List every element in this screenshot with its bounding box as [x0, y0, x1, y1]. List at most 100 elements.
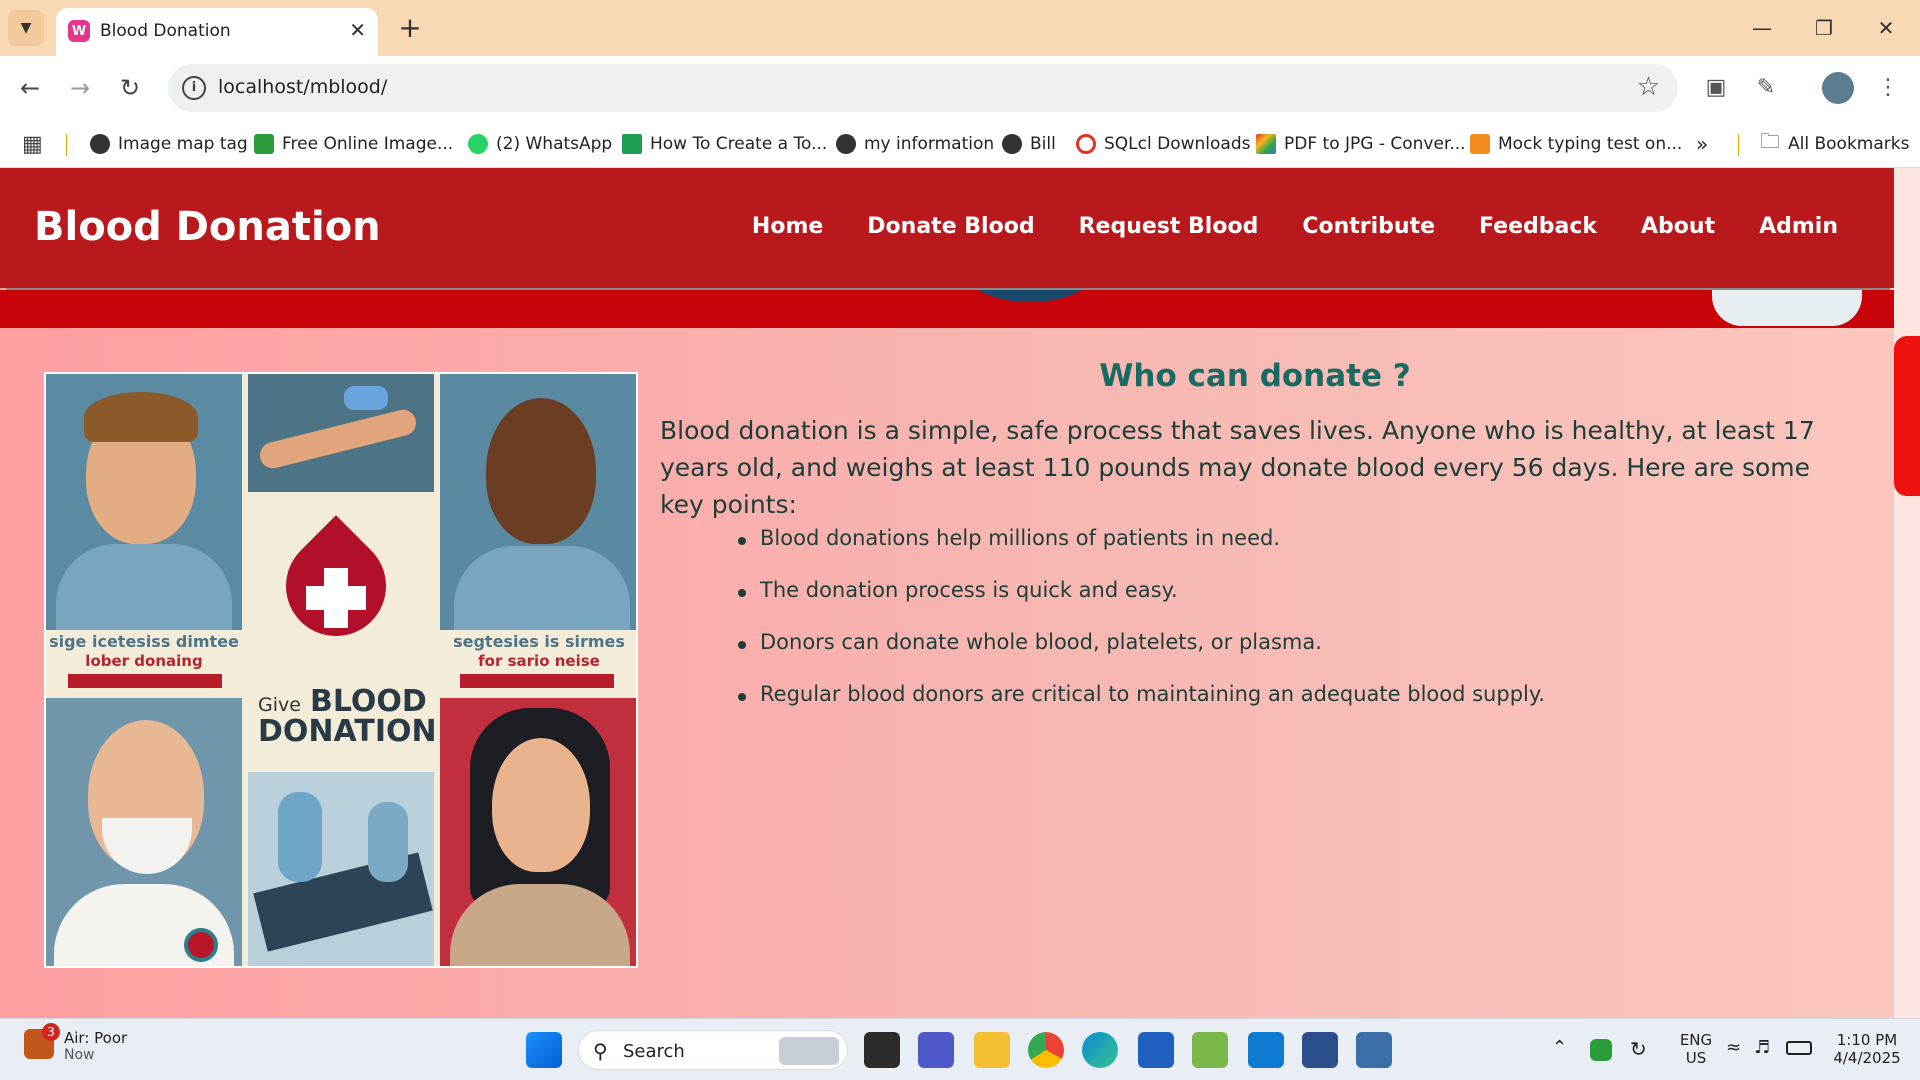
extensions-puzzle-icon[interactable]: ✎: [1750, 72, 1782, 104]
bookmarks-bar: ▦ Image map tag Free Online Image... (2)…: [0, 120, 1920, 168]
vscode-icon[interactable]: [1248, 1032, 1284, 1068]
poster-donor-portrait: [440, 698, 636, 966]
virtualbox-icon[interactable]: [1356, 1032, 1392, 1068]
clock[interactable]: 1:10 PM 4/4/2025: [1832, 1031, 1902, 1067]
poster-donor-portrait: [46, 374, 242, 630]
minimize-button[interactable]: —: [1742, 10, 1782, 46]
bookmark-item[interactable]: my information: [836, 132, 994, 156]
address-bar[interactable]: i localhost/mblood/ ☆: [168, 64, 1678, 112]
poster-caption: for sario neise: [478, 652, 600, 670]
browser-toolbar: ← → ↻ i localhost/mblood/ ☆ ▣ ✎ ⋮: [0, 56, 1920, 120]
main-nav: Home Donate Blood Request Blood Contribu…: [752, 214, 1838, 239]
input-language[interactable]: ENG US: [1676, 1031, 1716, 1067]
nav-admin[interactable]: Admin: [1759, 214, 1838, 239]
sync-icon[interactable]: ↻: [1630, 1037, 1647, 1061]
windows-start-icon[interactable]: [526, 1032, 562, 1068]
bookmark-star-icon[interactable]: ☆: [1637, 72, 1660, 102]
back-button[interactable]: ←: [12, 70, 48, 106]
nav-home[interactable]: Home: [752, 214, 823, 239]
bookmark-item[interactable]: How To Create a To...: [622, 132, 827, 156]
apps-grid-icon[interactable]: ▦: [22, 132, 43, 157]
site-info-icon[interactable]: i: [182, 76, 206, 100]
bookmark-separator: [1738, 134, 1739, 156]
tray-overflow-icon[interactable]: ⌃: [1552, 1037, 1567, 1058]
bookmark-separator: [66, 134, 67, 156]
bookmark-item[interactable]: Image map tag: [90, 132, 248, 156]
pdf-to-jpg-icon: [1256, 134, 1276, 154]
list-item: The donation process is quick and easy.: [738, 578, 1840, 630]
close-tab-icon[interactable]: ✕: [349, 18, 366, 42]
volume-icon[interactable]: ♬: [1754, 1037, 1770, 1058]
file-explorer-icon[interactable]: [974, 1032, 1010, 1068]
bookmark-item[interactable]: (2) WhatsApp: [468, 132, 612, 156]
url-text[interactable]: localhost/mblood/: [218, 76, 387, 98]
site-header: Blood Donation Home Donate Blood Request…: [0, 168, 1894, 291]
list-item: Donors can donate whole blood, platelets…: [738, 630, 1840, 682]
chrome-icon[interactable]: [1028, 1032, 1064, 1068]
globe-icon: [836, 134, 856, 154]
hero-banner-strip: [0, 290, 1894, 328]
nav-contribute[interactable]: Contribute: [1302, 214, 1435, 239]
extension-shield-icon[interactable]: ▣: [1700, 72, 1732, 104]
poster-clinic-scene: [248, 772, 434, 966]
folder-icon: 🗀: [1760, 129, 1780, 153]
list-item: Blood donations help millions of patient…: [738, 526, 1840, 578]
bookmark-item[interactable]: Free Online Image...: [254, 132, 453, 156]
weather-title: Air: Poor: [64, 1029, 128, 1047]
chevron-down-icon: ▼: [20, 20, 32, 36]
bookmark-item[interactable]: Mock typing test on...: [1470, 132, 1682, 156]
all-bookmarks-button[interactable]: 🗀 All Bookmarks: [1760, 129, 1909, 156]
browser-tab-strip: ▼ W Blood Donation ✕ + — ❐ ✕: [0, 0, 1920, 56]
restore-button[interactable]: ❐: [1804, 10, 1844, 46]
new-tab-button[interactable]: +: [392, 10, 428, 46]
reload-button[interactable]: ↻: [112, 70, 148, 106]
page-scrollbar[interactable]: [1894, 168, 1920, 1018]
nav-donate-blood[interactable]: Donate Blood: [867, 214, 1034, 239]
wifi-icon[interactable]: ≈: [1726, 1037, 1741, 1058]
bookmark-item[interactable]: PDF to JPG - Conver...: [1256, 132, 1466, 156]
edge-icon[interactable]: [1082, 1032, 1118, 1068]
battery-icon[interactable]: [1786, 1041, 1812, 1055]
site-brand[interactable]: Blood Donation: [34, 204, 381, 250]
clock-date: 4/4/2025: [1833, 1049, 1901, 1067]
section-heading: Who can donate ?: [1099, 358, 1411, 394]
more-menu-icon[interactable]: ⋮: [1872, 72, 1904, 104]
hero-decoration: [1712, 290, 1862, 326]
tray-app-icon[interactable]: [1590, 1039, 1612, 1061]
poster-arm-illustration: [248, 374, 434, 492]
task-view-icon[interactable]: [864, 1032, 900, 1068]
weather-widget[interactable]: 3 Air: Poor Now: [24, 1023, 128, 1063]
sql-developer-icon[interactable]: [1302, 1032, 1338, 1068]
taskbar-search-label: Search: [623, 1041, 685, 1062]
poster-title-donation: DONATION: [258, 714, 437, 749]
os-taskbar: 3 Air: Poor Now ⚲ Search ⌃ ↻ ENG US ≈ ♬ …: [0, 1018, 1920, 1080]
bookmark-item[interactable]: Bill: [1002, 132, 1056, 156]
nav-request-blood[interactable]: Request Blood: [1079, 214, 1259, 239]
close-window-button[interactable]: ✕: [1866, 10, 1906, 46]
store-icon[interactable]: [1138, 1032, 1174, 1068]
scrollbar-thumb[interactable]: [1894, 336, 1920, 496]
blood-drop-icon: [265, 506, 407, 657]
poster-donor-portrait: [46, 698, 242, 966]
profile-avatar[interactable]: [1822, 72, 1854, 104]
clock-time: 1:10 PM: [1836, 1031, 1898, 1049]
browser-tab-active[interactable]: W Blood Donation ✕: [56, 8, 378, 56]
globe-icon: [90, 134, 110, 154]
key-points-list: Blood donations help millions of patient…: [738, 526, 1840, 734]
taskbar-search[interactable]: ⚲ Search: [578, 1030, 848, 1070]
poster-caption: lober donaing: [85, 652, 203, 670]
more-bookmarks-button[interactable]: »: [1696, 132, 1708, 156]
nav-about[interactable]: About: [1641, 214, 1715, 239]
weather-subtitle: Now: [64, 1047, 95, 1063]
tab-title: Blood Donation: [100, 21, 231, 41]
image-viewer-icon[interactable]: [1192, 1032, 1228, 1068]
teams-icon[interactable]: [918, 1032, 954, 1068]
forward-button[interactable]: →: [62, 70, 98, 106]
list-item: Regular blood donors are critical to mai…: [738, 682, 1840, 734]
bookmark-item[interactable]: SQLcl Downloads: [1076, 132, 1250, 156]
weather-badge: 3: [42, 1023, 60, 1041]
poster-donor-portrait: [440, 374, 636, 630]
tab-search-button[interactable]: ▼: [8, 10, 44, 46]
hero-decoration: [970, 290, 1090, 302]
nav-feedback[interactable]: Feedback: [1479, 214, 1597, 239]
